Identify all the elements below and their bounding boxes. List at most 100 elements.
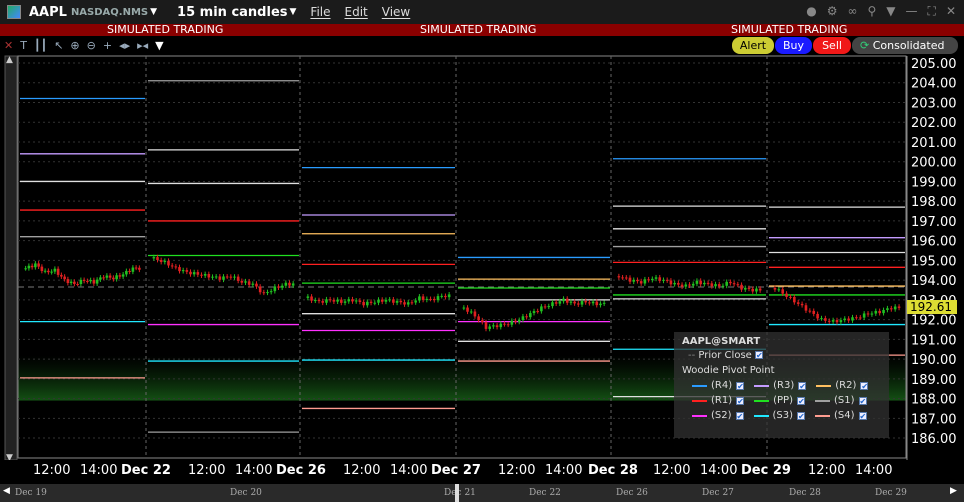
candle bbox=[847, 318, 850, 321]
navigator-handle[interactable] bbox=[455, 484, 459, 502]
candle bbox=[240, 280, 244, 283]
candle bbox=[874, 310, 878, 314]
x-tick-label: 12:00 bbox=[188, 463, 226, 478]
legend-swatch bbox=[815, 414, 831, 417]
crosshair-icon[interactable]: + bbox=[103, 39, 112, 52]
gear-icon[interactable]: ⚙ bbox=[827, 4, 838, 19]
prior-close-checkbox[interactable]: ✔ bbox=[755, 351, 763, 360]
text-tool-icon[interactable]: T bbox=[20, 39, 27, 52]
navigator-date: Dec 27 bbox=[702, 488, 734, 498]
candle bbox=[47, 270, 50, 273]
pin-icon[interactable]: ⚲ bbox=[868, 4, 877, 19]
navigator-date: Dec 19 bbox=[15, 488, 47, 498]
legend-label: (S3) bbox=[772, 410, 794, 421]
legend-checkbox[interactable]: ✔ bbox=[735, 411, 744, 420]
legend-label: (R3) bbox=[773, 380, 795, 391]
candle bbox=[69, 281, 73, 284]
candle bbox=[244, 281, 247, 283]
maximize-icon[interactable]: ⛶ bbox=[928, 4, 936, 19]
candle bbox=[388, 299, 391, 301]
candle bbox=[447, 294, 451, 298]
candle bbox=[79, 279, 83, 285]
candle bbox=[851, 317, 854, 321]
candle bbox=[336, 299, 339, 302]
legend-checkbox[interactable]: ✔ bbox=[797, 396, 805, 405]
y-tick-label: 192.00 bbox=[911, 314, 957, 329]
legend-checkbox[interactable]: ✔ bbox=[736, 381, 745, 390]
x-tick-label: 14:00 bbox=[855, 463, 893, 478]
delete-icon[interactable]: ✕ bbox=[4, 39, 13, 52]
candle bbox=[699, 280, 702, 285]
menu-file[interactable]: File bbox=[310, 5, 330, 19]
candle bbox=[310, 296, 313, 301]
sell-button[interactable]: Sell bbox=[813, 37, 851, 54]
scroll-left-icon[interactable]: ◀ bbox=[3, 486, 10, 496]
candle bbox=[643, 279, 647, 284]
minimize-icon[interactable]: — bbox=[906, 4, 918, 19]
candle bbox=[251, 283, 255, 285]
legend-checkbox[interactable]: ✔ bbox=[858, 411, 867, 420]
candle bbox=[721, 285, 725, 287]
x-tick-label: 14:00 bbox=[390, 463, 428, 478]
candle bbox=[37, 263, 40, 267]
candle bbox=[897, 306, 901, 308]
candle bbox=[773, 288, 777, 290]
y-tick-label: 189.00 bbox=[911, 373, 957, 388]
menu-view[interactable]: View bbox=[382, 5, 410, 19]
y-tick-label: 204.00 bbox=[911, 77, 957, 92]
candle bbox=[313, 300, 317, 302]
symbol[interactable]: AAPL bbox=[29, 5, 67, 20]
candle bbox=[351, 299, 354, 302]
legend-checkbox[interactable]: ✔ bbox=[798, 381, 807, 390]
zoom-out-icon[interactable]: ⊖ bbox=[87, 39, 96, 52]
symbol-dropdown-icon[interactable]: ▼ bbox=[150, 7, 157, 17]
period-dropdown-icon[interactable]: ▼ bbox=[290, 7, 297, 17]
menu-edit[interactable]: Edit bbox=[345, 5, 368, 19]
candle bbox=[595, 301, 599, 306]
candle bbox=[639, 281, 643, 284]
period-selector[interactable]: 15 min candles bbox=[177, 5, 287, 20]
candle bbox=[222, 276, 225, 280]
legend-checkbox[interactable]: ✔ bbox=[860, 381, 869, 390]
consolidated-button[interactable]: ⟳ Consolidated bbox=[852, 37, 958, 54]
chat-icon[interactable]: ● bbox=[806, 4, 816, 19]
candle bbox=[95, 279, 99, 284]
candle bbox=[225, 276, 229, 278]
zoom-in-icon[interactable]: ⊕ bbox=[70, 39, 79, 52]
dropdown-icon[interactable]: ▼ bbox=[886, 4, 895, 19]
candle bbox=[695, 280, 699, 284]
candle bbox=[632, 279, 636, 282]
buy-button[interactable]: Buy bbox=[775, 37, 812, 54]
close-icon[interactable]: ✕ bbox=[946, 4, 956, 19]
expand-icon[interactable]: ◂▸ bbox=[119, 39, 130, 52]
candle bbox=[878, 310, 881, 314]
candle bbox=[373, 302, 377, 304]
prior-close-label: Prior Close bbox=[698, 350, 752, 361]
contract-icon[interactable]: ▸◂ bbox=[137, 39, 148, 52]
candle bbox=[325, 299, 328, 303]
candle bbox=[477, 316, 480, 321]
candle bbox=[92, 280, 96, 284]
candle bbox=[529, 313, 532, 318]
exchange[interactable]: NASDAQ.NMS bbox=[71, 7, 148, 18]
legend-row: (S2) ✔ (S3) ✔ (S4) ✔ bbox=[682, 410, 881, 421]
legend-checkbox[interactable]: ✔ bbox=[858, 396, 867, 405]
bars-icon[interactable]: ┃┃ bbox=[34, 39, 47, 52]
vertical-scrollbar[interactable] bbox=[4, 55, 18, 460]
candle bbox=[395, 300, 399, 303]
legend-checkbox[interactable]: ✔ bbox=[797, 411, 806, 420]
candle bbox=[824, 318, 827, 321]
candle bbox=[203, 273, 207, 276]
candle bbox=[255, 283, 258, 287]
legend-checkbox[interactable]: ✔ bbox=[736, 396, 745, 405]
link-icon[interactable]: ∞ bbox=[848, 4, 858, 19]
consolidated-label: Consolidated bbox=[872, 39, 945, 52]
candle bbox=[115, 275, 118, 280]
legend-swatch bbox=[754, 399, 770, 402]
scroll-right-icon[interactable]: ▶ bbox=[950, 486, 957, 496]
x-tick-label: Dec 22 bbox=[121, 463, 171, 478]
time-navigator[interactable]: Dec 19 Dec 20 Dec 21 Dec 22 Dec 26 Dec 27 Dec … bbox=[0, 484, 964, 502]
alert-button[interactable]: Alert bbox=[732, 37, 774, 54]
cursor-icon[interactable]: ↖ bbox=[54, 39, 63, 52]
more-dropdown-icon[interactable]: ▼ bbox=[155, 39, 163, 52]
